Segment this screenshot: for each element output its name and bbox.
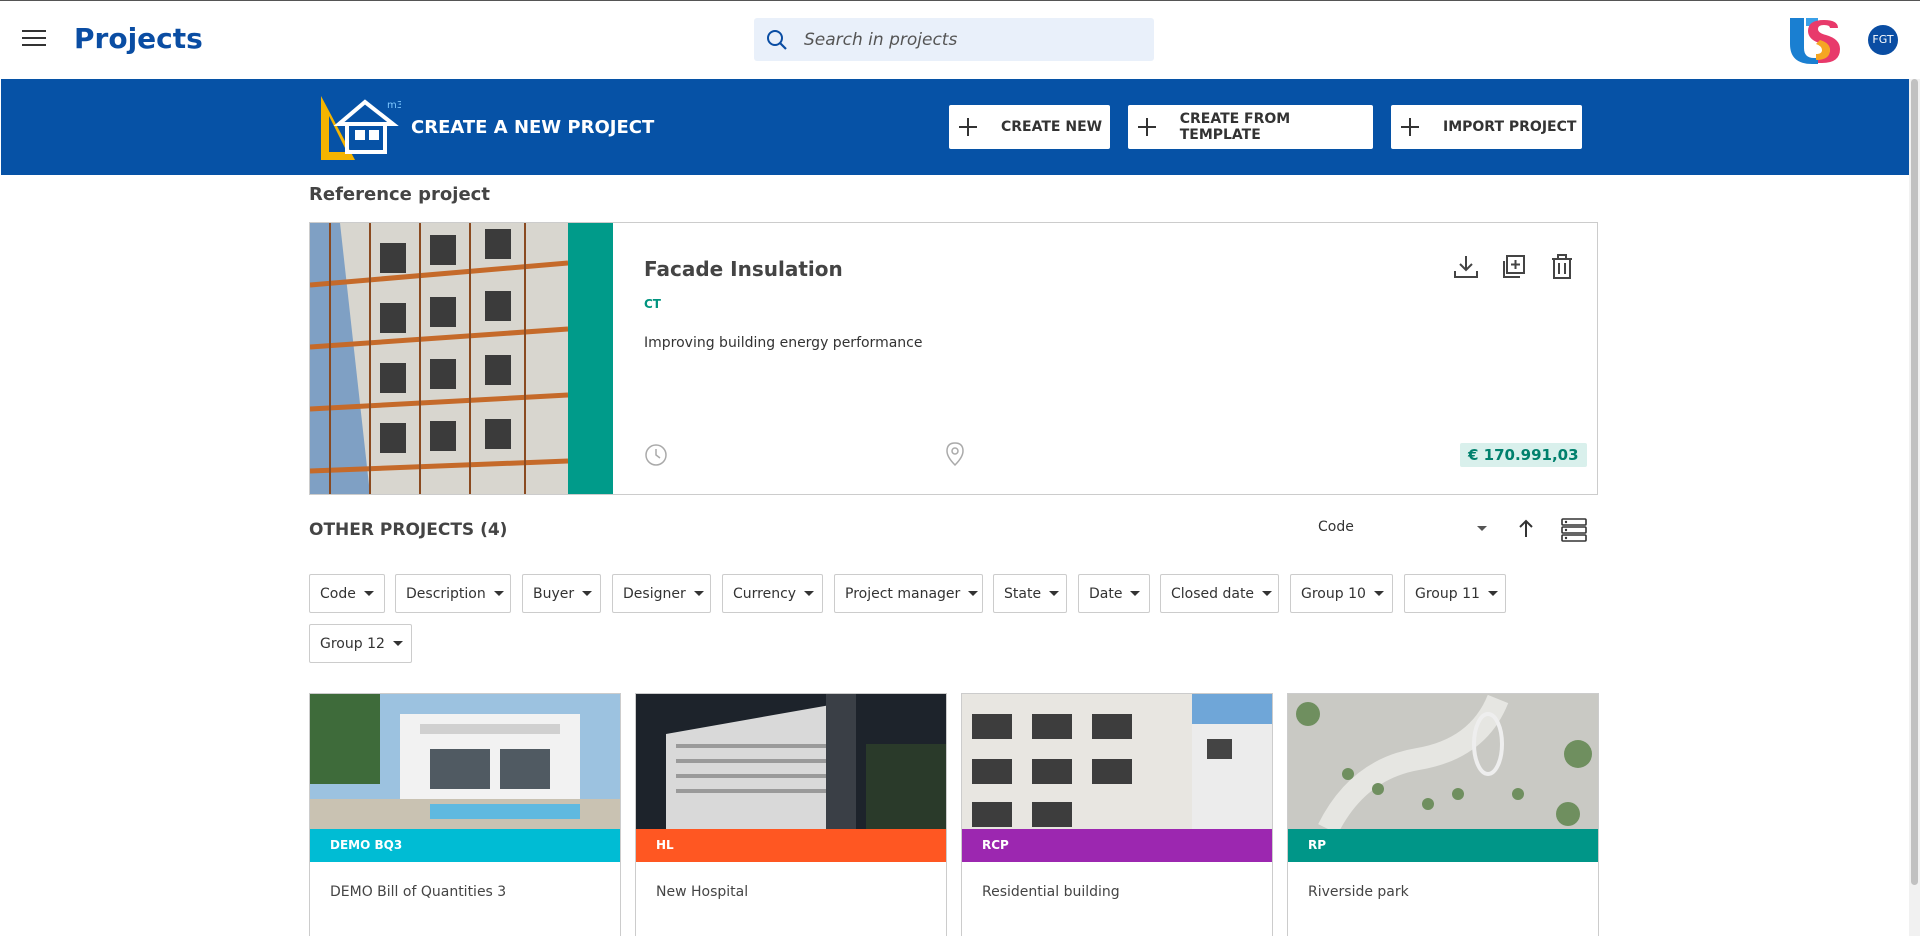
- sort-direction-icon[interactable]: [1515, 517, 1537, 541]
- list-view-icon[interactable]: [1560, 516, 1588, 544]
- sort-field-value: Code: [1318, 519, 1354, 535]
- filter-label: Buyer: [533, 585, 575, 602]
- filter-label: Group 10: [1301, 585, 1366, 602]
- plus-icon: [1401, 118, 1419, 136]
- chevron-down-icon: [1262, 591, 1273, 596]
- download-icon[interactable]: [1452, 253, 1480, 281]
- create-from-template-button[interactable]: CREATE FROM TEMPLATE: [1128, 105, 1373, 149]
- clock-icon: [645, 444, 667, 466]
- search-input[interactable]: [804, 18, 1144, 61]
- filter-group-11[interactable]: Group 11: [1404, 574, 1506, 613]
- filter-date[interactable]: Date: [1078, 574, 1150, 613]
- project-image: [1288, 694, 1598, 829]
- chevron-down-icon: [968, 591, 979, 596]
- page-scrollbar[interactable]: [1909, 79, 1920, 936]
- project-card[interactable]: RP Riverside park: [1287, 693, 1599, 936]
- chevron-down-icon: [693, 591, 704, 596]
- import-project-label: IMPORT PROJECT: [1443, 119, 1577, 135]
- filter-state[interactable]: State: [993, 574, 1067, 613]
- project-card[interactable]: RCP Residential building: [961, 693, 1273, 936]
- create-from-template-label: CREATE FROM TEMPLATE: [1179, 111, 1291, 143]
- plus-icon: [959, 118, 977, 136]
- reference-project-card[interactable]: Facade Insulation CT Improving building …: [309, 222, 1598, 495]
- chevron-down-icon: [1373, 591, 1384, 596]
- top-bar: Projects FGT: [0, 0, 1920, 79]
- filter-label: Group 12: [320, 635, 385, 652]
- avatar[interactable]: FGT: [1868, 25, 1898, 55]
- project-image: [636, 694, 946, 829]
- trash-icon[interactable]: [1548, 253, 1576, 281]
- project-card[interactable]: HL New Hospital: [635, 693, 947, 936]
- filter-closed-date[interactable]: Closed date: [1160, 574, 1279, 613]
- filter-label: Closed date: [1171, 585, 1255, 602]
- filter-label: Date: [1089, 585, 1123, 602]
- reference-color-strip: [568, 223, 613, 494]
- filter-label: State: [1004, 585, 1042, 602]
- filter-project-manager[interactable]: Project manager: [834, 574, 983, 613]
- filter-code[interactable]: Code: [309, 574, 385, 613]
- filter-buyer[interactable]: Buyer: [522, 574, 601, 613]
- chevron-down-icon: [804, 591, 815, 596]
- chevron-down-icon: [493, 591, 504, 596]
- reference-project-label: Reference project: [309, 184, 490, 205]
- project-code: RCP: [962, 829, 1272, 862]
- menu-icon[interactable]: [22, 30, 46, 48]
- project-name: Riverside park: [1308, 884, 1409, 900]
- search-box: [754, 18, 1154, 61]
- reference-project-description: Improving building energy performance: [644, 335, 923, 351]
- create-new-label: CREATE NEW: [1001, 119, 1103, 135]
- project-logo-icon: m3: [321, 96, 401, 160]
- svg-text:m3: m3: [387, 100, 401, 111]
- location-pin-icon: [946, 442, 964, 467]
- reference-project-amount: € 170.991,03: [1460, 443, 1587, 467]
- filter-label: Project manager: [845, 585, 961, 602]
- project-code: HL: [636, 829, 946, 862]
- chevron-down-icon: [1477, 526, 1487, 531]
- project-image: [310, 694, 620, 829]
- filter-description[interactable]: Description: [395, 574, 511, 613]
- plus-icon: [1138, 118, 1156, 136]
- project-code: DEMO BQ3: [310, 829, 620, 862]
- project-name: New Hospital: [656, 884, 749, 900]
- filter-currency[interactable]: Currency: [722, 574, 823, 613]
- reference-project-title: Facade Insulation: [644, 257, 843, 281]
- page-title: Projects: [74, 22, 203, 55]
- filter-group-10[interactable]: Group 10: [1290, 574, 1393, 613]
- filter-label: Currency: [733, 585, 797, 602]
- banner-title: CREATE A NEW PROJECT: [411, 117, 655, 138]
- create-new-button[interactable]: CREATE NEW: [949, 105, 1110, 149]
- project-image: [962, 694, 1272, 829]
- filter-group-12[interactable]: Group 12: [309, 624, 412, 663]
- chevron-down-icon: [582, 591, 593, 596]
- reference-project-image: [310, 223, 568, 494]
- duplicate-icon[interactable]: [1500, 253, 1528, 281]
- other-projects-title: OTHER PROJECTS (4): [309, 520, 508, 540]
- chevron-down-icon: [1487, 591, 1498, 596]
- filter-designer[interactable]: Designer: [612, 574, 711, 613]
- project-code: RP: [1288, 829, 1598, 862]
- chevron-down-icon: [1130, 591, 1141, 596]
- filter-label: Description: [406, 585, 486, 602]
- import-project-button[interactable]: IMPORT PROJECT: [1391, 105, 1582, 149]
- scrollbar-thumb[interactable]: [1911, 79, 1918, 885]
- filter-label: Group 11: [1415, 585, 1480, 602]
- filter-label: Designer: [623, 585, 686, 602]
- search-icon: [767, 30, 787, 50]
- brand-logo: [1790, 18, 1840, 64]
- project-name: DEMO Bill of Quantities 3: [330, 884, 507, 900]
- chevron-down-icon: [363, 591, 374, 596]
- chevron-down-icon: [1049, 591, 1060, 596]
- project-card[interactable]: DEMO BQ3 DEMO Bill of Quantities 3: [309, 693, 621, 936]
- filter-label: Code: [320, 585, 356, 602]
- sort-field-select[interactable]: Code: [1310, 513, 1495, 543]
- reference-project-code: CT: [644, 297, 661, 311]
- project-name: Residential building: [982, 884, 1120, 900]
- chevron-down-icon: [392, 641, 403, 646]
